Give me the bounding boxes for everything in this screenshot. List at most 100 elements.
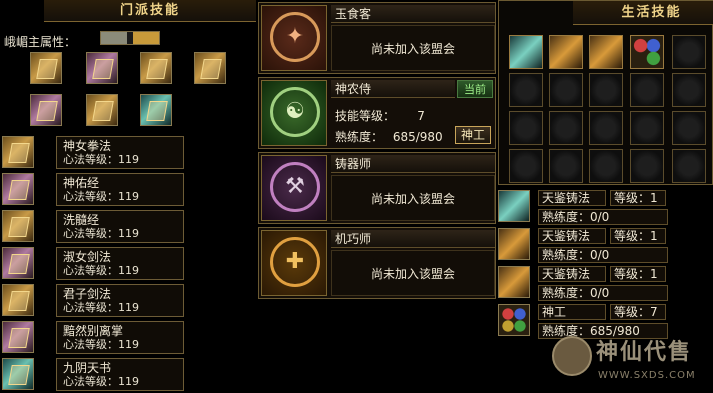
life-item-slot[interactable] — [549, 111, 583, 145]
sect-skill-info: 神女拳法 心法等级：119 — [56, 136, 184, 169]
life-skill-icon[interactable] — [498, 266, 530, 298]
skill-icon[interactable] — [2, 136, 34, 168]
skill-book-icon[interactable] — [30, 52, 62, 84]
life-skills-panel: ? 生活技能 — [498, 0, 713, 185]
sect-title-text: 门派技能 — [119, 3, 180, 18]
life-item-slot[interactable] — [672, 111, 706, 145]
guild-name: 机巧师 — [331, 230, 495, 248]
life-skill-row[interactable]: 天鉴铸法 等级：1 熟练度：0/0 — [498, 266, 713, 304]
skill-level-value: 7 — [417, 109, 425, 123]
guild-card-yushike[interactable]: ✦ 玉食客 尚未加入该盟会 — [258, 2, 496, 74]
sect-skill-info: 神佑经 心法等级：119 — [56, 173, 184, 206]
skill-book-icon[interactable] — [86, 52, 118, 84]
life-item-slot[interactable] — [549, 149, 583, 183]
skill-icon[interactable] — [2, 247, 34, 279]
skill-level-label: 技能等级： — [335, 109, 396, 123]
life-skill-level: 等级：1 — [610, 190, 666, 206]
life-skill-row[interactable]: 天鉴铸法 等级：1 熟练度：0/0 — [498, 228, 713, 266]
life-item-slot[interactable] — [509, 73, 543, 107]
life-skill-icon[interactable] — [498, 228, 530, 260]
current-guild-badge: 当前 — [457, 80, 493, 98]
life-skill-level: 等级：7 — [610, 304, 666, 320]
life-skill-icon[interactable] — [498, 190, 530, 222]
life-item-slot[interactable] — [589, 111, 623, 145]
watermark: 神仙代售 WWW.SXDS.COM — [552, 334, 712, 390]
sect-skill-row[interactable]: 九阴天书 心法等级：119 — [0, 357, 190, 391]
sect-skill-info: 洗髓经 心法等级：119 — [56, 210, 184, 243]
sect-skill-info: 九阴天书 心法等级：119 — [56, 358, 184, 391]
life-skill-row[interactable]: 天鉴铸法 等级：1 熟练度：0/0 — [498, 190, 713, 228]
sect-skill-info: 淑女剑法 心法等级：119 — [56, 247, 184, 280]
skill-name: 神佑经 — [63, 176, 100, 190]
skill-name: 淑女剑法 — [63, 250, 112, 264]
sect-skill-row[interactable]: 君子剑法 心法等级：119 — [0, 283, 190, 317]
guild-skill-level: 技能等级： 7 — [335, 107, 425, 124]
skill-book-icon[interactable] — [194, 52, 226, 84]
guild-glyph: ⚒ — [285, 174, 305, 199]
watermark-url: WWW.SXDS.COM — [598, 370, 696, 381]
skill-icon[interactable] — [2, 358, 34, 390]
guild-card-zhuqishi[interactable]: ⚒ 铸器师 尚未加入该盟会 — [258, 152, 496, 224]
guild-name: 神农侍 — [331, 80, 455, 98]
skill-icon[interactable] — [2, 321, 34, 353]
guild-card-shennongshi[interactable]: ☯ 神农侍 当前 技能等级： 7 熟练度： 685/980 神工 — [258, 77, 496, 149]
sect-skills-panel: ? 门派技能 峨嵋主属性： — [0, 0, 256, 132]
life-skill-name: 天鉴铸法 — [538, 266, 606, 282]
sect-skill-row[interactable]: 淑女剑法 心法等级：119 — [0, 246, 190, 280]
skill-book-icon[interactable] — [140, 52, 172, 84]
life-item-slot[interactable] — [549, 35, 583, 69]
life-item-slot[interactable] — [630, 111, 664, 145]
guild-emblem-icon: ✚ — [261, 230, 327, 296]
sect-skills-title: 门派技能 — [44, 0, 256, 22]
guild-emblem-icon: ☯ — [261, 80, 327, 146]
life-skill-proficiency: 熟练度：0/0 — [538, 209, 668, 225]
life-item-slot[interactable] — [589, 149, 623, 183]
skill-level: 心法等级：119 — [63, 190, 139, 203]
life-item-slot[interactable] — [672, 73, 706, 107]
skill-icon[interactable] — [2, 173, 34, 205]
life-skill-name: 天鉴铸法 — [538, 228, 606, 244]
skill-name: 君子剑法 — [63, 287, 112, 301]
life-item-slot[interactable] — [672, 35, 706, 69]
guild-status: 尚未加入该盟会 — [331, 25, 495, 71]
life-skill-name: 天鉴铸法 — [538, 190, 606, 206]
life-item-slot[interactable] — [509, 111, 543, 145]
sect-skill-row[interactable]: 洗髓经 心法等级：119 — [0, 209, 190, 243]
life-item-slot[interactable] — [509, 35, 543, 69]
guild-proficiency: 熟练度： 685/980 — [335, 128, 443, 145]
skill-name: 洗髓经 — [63, 213, 100, 227]
sect-skill-row[interactable]: 黯然别离掌 心法等级：119 — [0, 320, 190, 354]
skill-icon[interactable] — [2, 210, 34, 242]
life-item-slot[interactable] — [630, 149, 664, 183]
life-item-slot[interactable] — [589, 73, 623, 107]
skill-book-icon[interactable] — [140, 94, 172, 126]
skill-book-icon[interactable] — [30, 94, 62, 126]
skill-icon[interactable] — [2, 284, 34, 316]
attribute-indicator — [100, 31, 160, 45]
life-item-slot[interactable] — [549, 73, 583, 107]
guild-name: 玉食客 — [331, 5, 495, 23]
life-item-slot[interactable] — [630, 73, 664, 107]
skill-level: 心法等级：119 — [63, 264, 139, 277]
sect-skill-info: 黯然别离掌 心法等级：119 — [56, 321, 184, 354]
life-item-slot[interactable] — [589, 35, 623, 69]
guild-glyph: ✦ — [285, 24, 305, 49]
life-skill-icon[interactable] — [498, 304, 530, 336]
proficiency-value: 685/980 — [392, 130, 443, 144]
skill-name: 黯然别离掌 — [63, 324, 124, 338]
sect-skill-row[interactable]: 神女拳法 心法等级：119 — [0, 135, 190, 169]
guild-status: 尚未加入该盟会 — [331, 250, 495, 296]
life-item-slot[interactable] — [509, 149, 543, 183]
life-item-slot[interactable] — [672, 149, 706, 183]
life-item-slot[interactable] — [630, 35, 664, 69]
sect-skill-row[interactable]: 神佑经 心法等级：119 — [0, 172, 190, 206]
guild-card-jiqiaoshi[interactable]: ✚ 机巧师 尚未加入该盟会 — [258, 227, 496, 299]
life-title-text: 生活技能 — [621, 5, 682, 20]
guild-emblem-icon: ✦ — [261, 5, 327, 71]
skill-book-icon[interactable] — [86, 94, 118, 126]
skill-level: 心法等级：119 — [63, 153, 139, 166]
shengong-button[interactable]: 神工 — [455, 126, 491, 144]
skill-level: 心法等级：119 — [63, 301, 139, 314]
guild-emblem-icon: ⚒ — [261, 155, 327, 221]
life-skills-title: 生活技能 — [573, 1, 713, 25]
